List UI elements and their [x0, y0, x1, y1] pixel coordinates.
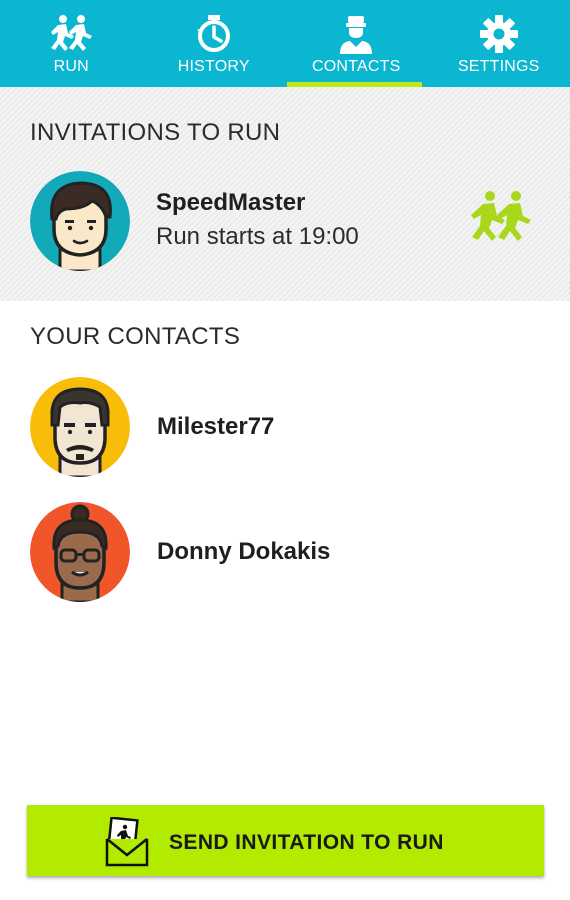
stopwatch-icon [192, 12, 236, 56]
tab-contacts[interactable]: CONTACTS [285, 0, 428, 87]
person-icon [334, 12, 378, 56]
invitation-item[interactable]: SpeedMaster Run starts at 19:00 [0, 171, 570, 271]
contact-item[interactable]: Milester77 [0, 377, 570, 477]
gear-icon [477, 12, 521, 56]
contact-item[interactable]: Donny Dokakis [0, 502, 570, 602]
tab-contacts-label: CONTACTS [312, 58, 401, 75]
avatar [30, 377, 130, 477]
tab-settings[interactable]: SETTINGS [428, 0, 570, 87]
send-invitation-label: SEND INVITATION TO RUN [169, 831, 444, 854]
invitations-section: INVITATIONS TO RUN SpeedMaster Run start… [0, 87, 570, 301]
invitations-title: INVITATIONS TO RUN [30, 119, 281, 146]
tab-history-label: HISTORY [177, 58, 250, 75]
inviter-name: SpeedMaster [156, 189, 306, 216]
tab-history[interactable]: HISTORY [143, 0, 286, 87]
invitation-time: Run starts at 19:00 [156, 223, 359, 250]
tab-run[interactable]: RUN [0, 0, 143, 87]
avatar [30, 502, 130, 602]
avatar [30, 171, 130, 271]
top-navigation: RUN HISTORY CONTACTS SETTINGS [0, 0, 570, 87]
runners-icon [49, 12, 93, 56]
contact-name: Milester77 [157, 413, 275, 440]
contacts-title: YOUR CONTACTS [30, 323, 241, 350]
tab-run-label: RUN [53, 58, 89, 75]
runners-icon[interactable] [468, 189, 532, 247]
tab-settings-label: SETTINGS [457, 58, 540, 75]
contact-name: Donny Dokakis [157, 538, 331, 565]
envelope-runner-icon [105, 816, 149, 867]
send-invitation-button[interactable]: SEND INVITATION TO RUN [27, 805, 544, 876]
